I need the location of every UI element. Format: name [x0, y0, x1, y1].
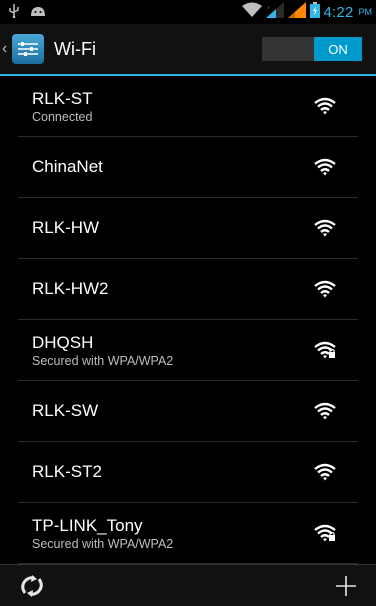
- network-text: DHQSH Secured with WPA/WPA2: [18, 333, 173, 368]
- page-title: Wi-Fi: [54, 38, 96, 59]
- status-left: [0, 3, 46, 21]
- cell-signal-icon-2: [287, 1, 306, 23]
- clock-ampm: PM: [358, 7, 373, 17]
- wifi-settings-app-icon[interactable]: [12, 34, 44, 64]
- network-text: RLK-HW2: [18, 279, 109, 299]
- network-row[interactable]: RLK-SW: [18, 381, 358, 442]
- usb-icon: [8, 3, 20, 21]
- wifi-secured-icon: [314, 341, 336, 359]
- up-caret-icon[interactable]: ‹: [2, 40, 10, 58]
- scan-button[interactable]: [12, 566, 52, 606]
- battery-icon: [309, 1, 320, 23]
- wifi-toggle[interactable]: ON: [262, 37, 362, 61]
- network-text: TP-LINK_Tony Secured with WPA/WPA2: [18, 516, 173, 551]
- svg-text:↑: ↑: [267, 6, 270, 12]
- network-text: RLK-ST2: [18, 462, 102, 482]
- network-list: RLK-ST Connected ChinaNet RLK-HW RLK-HW2 DHQS…: [0, 76, 376, 564]
- network-row[interactable]: RLK-HW: [18, 198, 358, 259]
- wifi-strength-icon: [314, 280, 336, 298]
- add-network-icon: [336, 575, 356, 596]
- network-text: RLK-ST Connected: [18, 89, 92, 124]
- network-ssid: RLK-HW: [32, 218, 100, 237]
- action-bar: ‹ Wi-Fi ON: [0, 24, 376, 76]
- network-row[interactable]: RLK-HW2: [18, 259, 358, 320]
- clock-time: 4:22: [323, 3, 354, 21]
- status-bar: ↑ 4:22 PM: [0, 0, 376, 24]
- network-ssid: DHQSH: [32, 332, 94, 352]
- network-ssid: RLK-ST2: [32, 462, 102, 481]
- cell-signal-icon-1: ↑: [265, 1, 284, 23]
- wifi-strength-icon: [314, 402, 336, 420]
- bottom-action-bar: [0, 564, 376, 606]
- wifi-signal-icon: [241, 2, 262, 23]
- network-ssid: RLK-SW: [32, 401, 99, 420]
- network-row[interactable]: RLK-ST2: [18, 442, 358, 503]
- network-summary: Secured with WPA/WPA2: [32, 353, 174, 368]
- wifi-strength-icon: [314, 463, 336, 481]
- scan-icon: [21, 574, 43, 597]
- network-row[interactable]: DHQSH Secured with WPA/WPA2: [18, 320, 358, 381]
- network-row[interactable]: RLK-ST Connected: [18, 76, 358, 137]
- network-row[interactable]: ChinaNet: [18, 137, 358, 198]
- android-debug-icon: [30, 4, 46, 20]
- network-text: RLK-HW: [18, 218, 99, 238]
- network-text: ChinaNet: [18, 157, 103, 177]
- network-ssid: TP-LINK_Tony: [32, 515, 143, 535]
- wifi-strength-icon: [314, 97, 336, 115]
- network-row[interactable]: TP-LINK_Tony Secured with WPA/WPA2: [18, 503, 358, 564]
- network-summary: Connected: [32, 109, 93, 124]
- wifi-strength-icon: [314, 158, 336, 176]
- add-network-button[interactable]: [328, 568, 364, 604]
- network-text: RLK-SW: [18, 401, 98, 421]
- wifi-secured-icon: [314, 524, 336, 542]
- network-ssid: RLK-ST: [32, 88, 93, 108]
- status-right: ↑ 4:22 PM: [241, 1, 376, 23]
- wifi-toggle-thumb: ON: [314, 37, 362, 61]
- wifi-strength-icon: [314, 219, 336, 237]
- network-summary: Secured with WPA/WPA2: [32, 536, 174, 551]
- network-ssid: ChinaNet: [32, 157, 103, 176]
- network-ssid: RLK-HW2: [32, 279, 109, 298]
